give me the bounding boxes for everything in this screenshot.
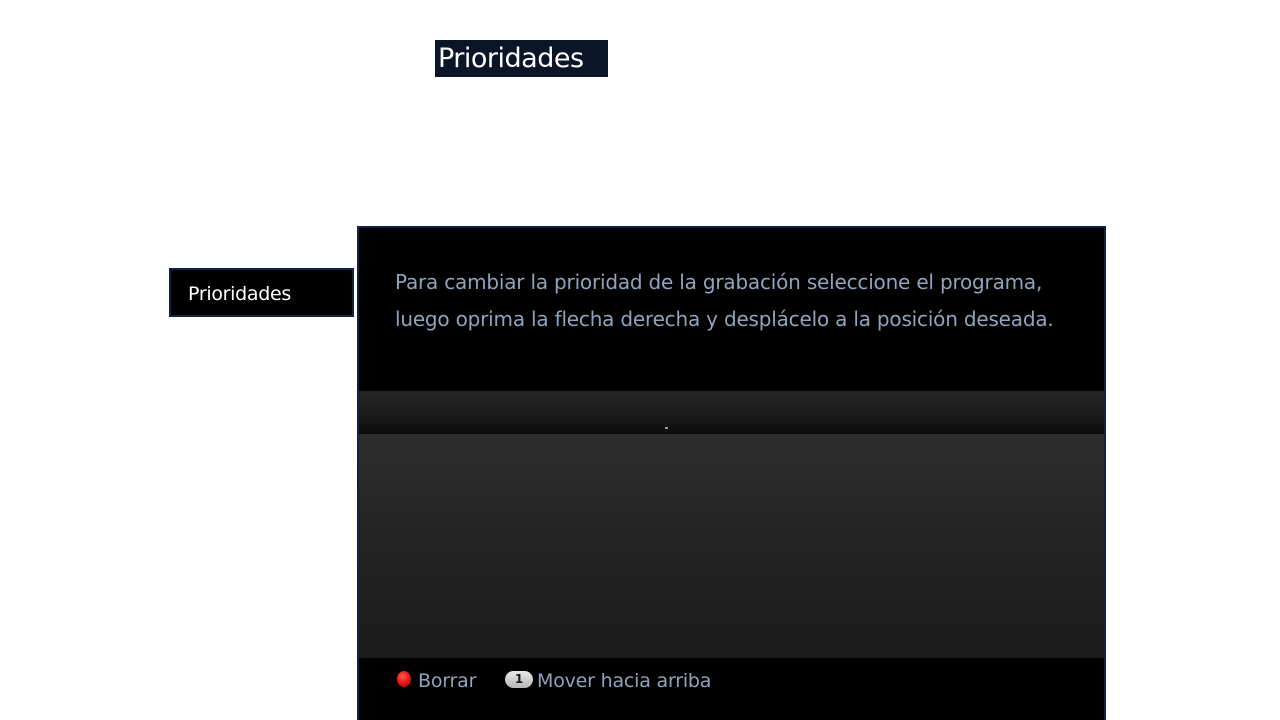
sidebar-tab-prioridades[interactable]: Prioridades [169,268,354,317]
instructions-text: Para cambiar la prioridad de la grabació… [395,270,1054,331]
page-title: Prioridades [435,40,608,77]
delete-button[interactable]: Borrar [397,668,476,694]
move-up-button[interactable]: 1 Mover hacia arriba [505,668,711,694]
key-1-icon: 1 [505,670,533,688]
red-button-icon [397,671,411,687]
header-marker [665,427,668,429]
screen: Prioridades Prioridades Para cambiar la … [0,0,1280,720]
move-up-label: Mover hacia arriba [537,670,712,692]
list-header [359,391,1104,434]
recordings-list[interactable] [359,434,1104,658]
priorities-panel: Para cambiar la prioridad de la grabació… [357,226,1106,720]
delete-label: Borrar [418,670,477,692]
footer-actions: Borrar 1 Mover hacia arriba [359,658,1104,720]
